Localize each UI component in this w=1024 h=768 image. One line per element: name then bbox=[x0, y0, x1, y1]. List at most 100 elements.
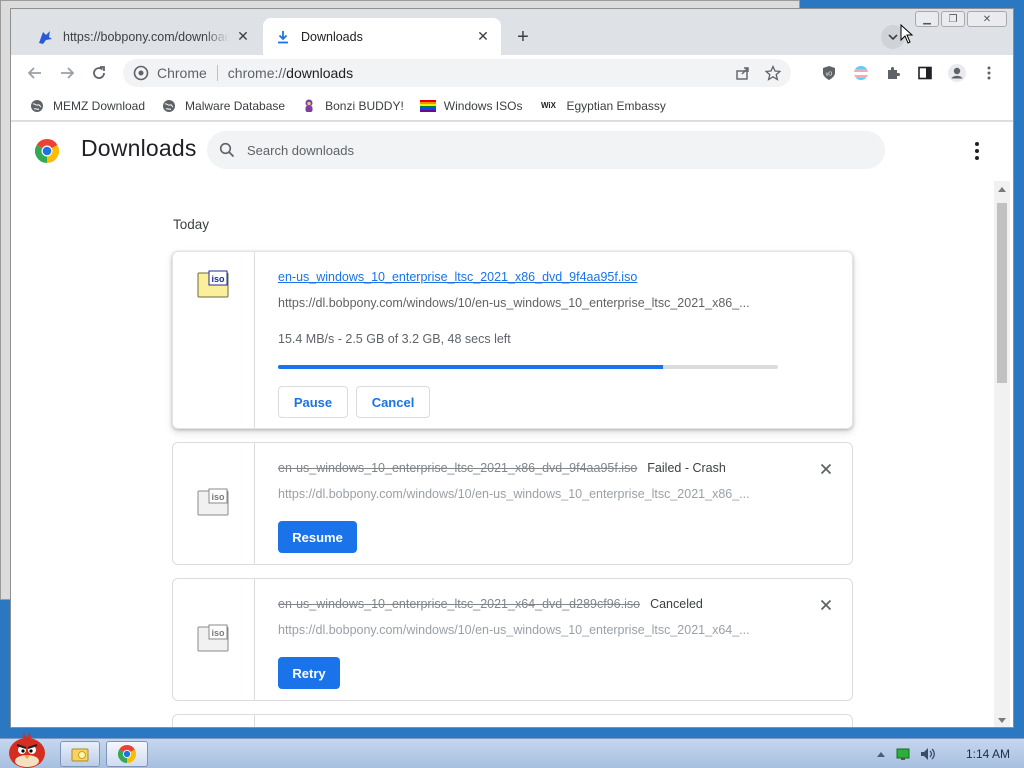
download-item bbox=[172, 714, 853, 727]
back-arrow-icon bbox=[27, 67, 41, 79]
svg-text:uO: uO bbox=[826, 72, 833, 78]
toolbar: Chrome chrome://downloads uO bbox=[11, 55, 1013, 91]
share-icon bbox=[736, 67, 749, 80]
tab-close-icon[interactable]: ✕ bbox=[475, 28, 491, 45]
new-tab-button[interactable]: + bbox=[511, 25, 535, 49]
system-tray: 1:14 AM bbox=[876, 739, 1024, 768]
bookmark-windows-isos[interactable]: Windows ISOs bbox=[419, 98, 523, 114]
show-hidden-icons-icon[interactable] bbox=[876, 750, 886, 758]
minimize-button[interactable]: ▁ bbox=[915, 11, 939, 27]
omnibox-actions bbox=[731, 61, 785, 85]
reload-icon bbox=[93, 66, 105, 79]
maximize-button[interactable]: ❐ bbox=[941, 11, 965, 27]
avatar-icon bbox=[948, 64, 966, 82]
bookmark-star-button[interactable] bbox=[761, 61, 785, 85]
file-icon-column: iso bbox=[173, 443, 255, 564]
bookmark-label: MEMZ Download bbox=[53, 98, 146, 113]
ublock-extension-button[interactable]: uO bbox=[815, 59, 843, 87]
iso-file-icon: iso bbox=[197, 270, 229, 298]
tab-close-icon[interactable]: ✕ bbox=[235, 28, 251, 45]
download-item: iso en-us_windows_10_enterprise_ltsc_202… bbox=[172, 251, 853, 429]
bookmark-label: Malware Database bbox=[185, 98, 286, 113]
back-button[interactable] bbox=[21, 59, 49, 87]
taskbar-chrome-button[interactable] bbox=[106, 741, 148, 767]
extensions-button[interactable] bbox=[879, 59, 907, 87]
progress-status: 15.4 MB/s - 2.5 GB of 3.2 GB, 48 secs le… bbox=[278, 332, 511, 346]
iso-icon-label: iso bbox=[211, 492, 225, 502]
chrome-logo-icon bbox=[35, 139, 59, 163]
globe-icon bbox=[161, 98, 177, 114]
downloads-menu-button[interactable] bbox=[965, 139, 989, 163]
file-url: https://dl.bobpony.com/windows/10/en-us_… bbox=[278, 296, 750, 310]
chrome-taskbar-icon bbox=[118, 745, 136, 763]
bookmark-label: Egyptian Embassy bbox=[566, 98, 666, 113]
rainbow-flag-icon bbox=[419, 98, 436, 114]
bookmark-malware-database[interactable]: Malware Database bbox=[161, 98, 285, 114]
iso-file-icon: iso bbox=[197, 624, 229, 652]
iso-file-icon: iso bbox=[197, 488, 229, 516]
bonzi-icon bbox=[301, 98, 317, 114]
profile-button[interactable] bbox=[943, 59, 971, 87]
side-panel-icon bbox=[918, 66, 932, 80]
forward-button[interactable] bbox=[53, 59, 81, 87]
pride-extension-button[interactable] bbox=[847, 59, 875, 87]
close-window-button[interactable]: ✕ bbox=[967, 11, 1007, 27]
start-button-angry-bird-icon[interactable] bbox=[4, 731, 50, 768]
scroll-up-arrow-icon[interactable] bbox=[998, 187, 1006, 192]
page-scrollbar[interactable] bbox=[994, 181, 1010, 727]
remove-item-button[interactable] bbox=[818, 597, 834, 613]
network-icon[interactable] bbox=[896, 747, 910, 761]
scroll-down-arrow-icon[interactable] bbox=[998, 718, 1006, 723]
reload-button[interactable] bbox=[85, 59, 113, 87]
address-bar[interactable]: Chrome chrome://downloads bbox=[123, 59, 791, 87]
side-panel-button[interactable] bbox=[911, 59, 939, 87]
taskbar-explorer-button[interactable] bbox=[60, 741, 100, 767]
bookmark-bonzi-buddy[interactable]: Bonzi BUDDY! bbox=[301, 98, 404, 114]
cancel-button[interactable]: Cancel bbox=[356, 386, 430, 418]
tab-strip: https://bobpony.com/downloads ✕ Download… bbox=[11, 9, 1013, 55]
browser-menu-button[interactable] bbox=[975, 59, 1003, 87]
file-name-link[interactable]: en-us_windows_10_enterprise_ltsc_2021_x8… bbox=[278, 270, 637, 284]
file-icon-column: iso bbox=[173, 252, 255, 428]
search-input[interactable] bbox=[247, 142, 847, 158]
bookmark-egyptian-embassy[interactable]: WiX Egyptian Embassy bbox=[538, 98, 666, 114]
share-button[interactable] bbox=[731, 61, 755, 85]
browser-window: https://bobpony.com/downloads ✕ Download… bbox=[10, 8, 1014, 728]
progress-bar bbox=[278, 365, 778, 369]
tab-downloads[interactable]: Downloads ✕ bbox=[263, 18, 501, 55]
remove-item-button[interactable] bbox=[818, 461, 834, 477]
pause-button[interactable]: Pause bbox=[278, 386, 348, 418]
progress-bar-fill bbox=[278, 365, 663, 369]
iso-icon-label: iso bbox=[211, 628, 225, 638]
file-name: en-us_windows_10_enterprise_ltsc_2021_x6… bbox=[278, 597, 641, 611]
url-scheme: chrome:// bbox=[227, 65, 287, 81]
clock[interactable]: 1:14 AM bbox=[966, 747, 1010, 761]
folder-icon bbox=[71, 748, 89, 762]
file-url: https://dl.bobpony.com/windows/10/en-us_… bbox=[278, 487, 750, 501]
search-downloads-box[interactable] bbox=[207, 131, 885, 169]
url-host: downloads bbox=[286, 65, 354, 81]
taskbar: 1:14 AM bbox=[0, 732, 1024, 768]
volume-icon[interactable] bbox=[920, 747, 936, 761]
bookmark-label: Bonzi BUDDY! bbox=[325, 98, 404, 113]
tab-title: Downloads bbox=[301, 29, 363, 44]
bookmark-memz[interactable]: MEMZ Download bbox=[29, 98, 145, 114]
iso-icon-label: iso bbox=[211, 274, 225, 284]
file-name-row: en-us_windows_10_enterprise_ltsc_2021_x8… bbox=[278, 461, 726, 475]
chevron-down-icon bbox=[888, 34, 898, 41]
omnibox-separator bbox=[216, 65, 218, 81]
file-icon-column: iso bbox=[173, 579, 255, 700]
bookmark-label: Windows ISOs bbox=[443, 98, 523, 113]
window-controls: ▁ ❐ ✕ bbox=[915, 11, 1007, 27]
tab-bobpony[interactable]: https://bobpony.com/downloads ✕ bbox=[25, 18, 261, 55]
page-title: Downloads bbox=[81, 135, 197, 161]
bobpony-favicon-icon bbox=[37, 29, 53, 45]
scrollbar-thumb[interactable] bbox=[997, 203, 1007, 383]
close-icon bbox=[820, 599, 832, 611]
resume-button[interactable]: Resume bbox=[278, 521, 357, 553]
download-item: iso en-us_windows_10_enterprise_ltsc_202… bbox=[172, 442, 853, 565]
download-status: Canceled bbox=[650, 597, 703, 611]
ublock-shield-icon: uO bbox=[823, 66, 835, 80]
retry-button[interactable]: Retry bbox=[278, 657, 340, 689]
site-label: Chrome bbox=[157, 65, 207, 81]
